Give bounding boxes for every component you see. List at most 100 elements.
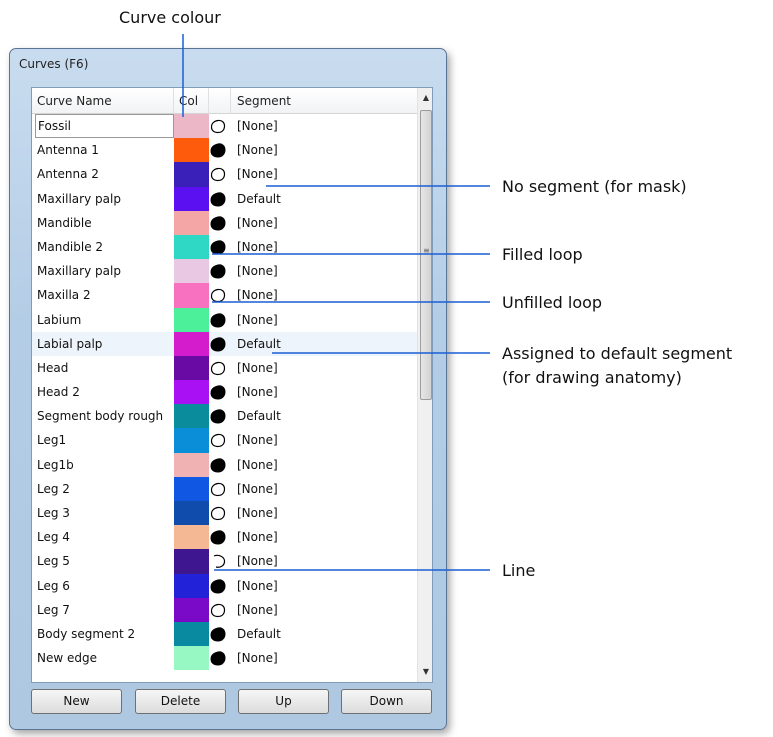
segment-cell[interactable]: [None] [237, 525, 278, 549]
unfilled-loop-icon[interactable] [210, 433, 226, 448]
unfilled-loop-icon[interactable] [210, 603, 226, 618]
segment-cell[interactable]: Default [237, 187, 281, 211]
segment-cell[interactable]: [None] [237, 477, 278, 501]
curve-colour-swatch[interactable] [174, 621, 209, 647]
curve-name-cell[interactable]: Body segment 2 [35, 622, 174, 646]
table-row[interactable]: Labium [None] [32, 307, 417, 332]
down-button[interactable]: Down [341, 689, 432, 714]
segment-cell[interactable]: [None] [237, 380, 278, 404]
table-row[interactable]: Labial palp Default [32, 331, 417, 356]
curve-name-cell[interactable]: Leg 7 [35, 598, 174, 622]
segment-cell[interactable]: Default [237, 622, 281, 646]
filled-loop-icon[interactable] [210, 578, 226, 594]
curve-colour-swatch[interactable] [174, 549, 209, 574]
table-row[interactable]: Fossil [None] [32, 114, 417, 139]
segment-cell[interactable]: [None] [237, 549, 278, 573]
curve-colour-swatch[interactable] [174, 186, 209, 211]
curve-colour-swatch[interactable] [174, 476, 209, 501]
curve-name-cell[interactable]: Segment body rough [35, 404, 174, 428]
curve-name-cell[interactable]: Leg1b [35, 453, 174, 477]
segment-cell[interactable]: [None] [237, 211, 278, 235]
filled-loop-icon[interactable] [210, 336, 226, 352]
table-row[interactable]: Leg1 [None] [32, 428, 417, 453]
curve-colour-swatch[interactable] [174, 501, 209, 526]
table-row[interactable]: Leg 3 [None] [32, 501, 417, 526]
curve-colour-swatch[interactable] [174, 331, 209, 356]
curve-name-cell[interactable]: Antenna 1 [35, 138, 174, 162]
curve-name-cell[interactable]: Maxillary palp [35, 259, 174, 283]
unfilled-loop-icon[interactable] [210, 167, 226, 182]
segment-cell[interactable]: [None] [237, 308, 278, 332]
segment-cell[interactable]: [None] [237, 646, 278, 670]
curve-name-cell[interactable]: Leg1 [35, 428, 174, 452]
unfilled-loop-icon[interactable] [210, 288, 226, 303]
curve-colour-swatch[interactable] [174, 428, 209, 453]
segment-cell[interactable]: [None] [237, 259, 278, 283]
column-header-loop[interactable] [209, 88, 231, 114]
filled-loop-icon[interactable] [210, 409, 226, 424]
unfilled-loop-icon[interactable] [210, 361, 226, 376]
table-row[interactable]: Leg 2 [None] [32, 476, 417, 501]
filled-loop-icon[interactable] [210, 651, 226, 666]
unfilled-loop-icon[interactable] [210, 482, 226, 497]
segment-cell[interactable]: [None] [237, 138, 278, 162]
table-row[interactable]: Antenna 2 [None] [32, 162, 417, 187]
curve-name-cell[interactable]: New edge [35, 646, 174, 670]
column-header-segment[interactable]: Segment [232, 88, 417, 114]
curve-name-cell[interactable]: Leg 4 [35, 525, 174, 549]
up-button[interactable]: Up [238, 689, 329, 714]
delete-button[interactable]: Delete [135, 689, 226, 714]
vertical-scrollbar[interactable]: ▲ ≡ ▼ [417, 88, 432, 682]
filled-loop-icon[interactable] [210, 240, 226, 255]
curve-colour-swatch[interactable] [174, 380, 209, 405]
filled-loop-icon[interactable] [210, 457, 226, 473]
line-icon[interactable] [210, 554, 226, 569]
segment-cell[interactable]: [None] [237, 453, 278, 477]
unfilled-loop-icon[interactable] [210, 506, 226, 521]
curve-name-cell[interactable]: Head [35, 356, 174, 380]
table-row[interactable]: Leg1b [None] [32, 452, 417, 477]
segment-cell[interactable]: [None] [237, 598, 278, 622]
curve-name-cell[interactable]: Leg 6 [35, 574, 174, 598]
curve-name-cell[interactable]: Labial palp [35, 332, 174, 356]
curve-colour-swatch[interactable] [174, 114, 209, 139]
curve-colour-swatch[interactable] [174, 307, 209, 332]
table-row[interactable]: New edge [None] [32, 646, 417, 671]
filled-loop-icon[interactable] [210, 627, 226, 642]
scroll-up-arrow-icon[interactable]: ▲ [418, 90, 432, 106]
segment-cell[interactable]: [None] [237, 162, 278, 186]
curves-list[interactable]: Curve Name Col Segment Fossil [None] Anten… [31, 87, 433, 683]
scrollbar-thumb[interactable]: ≡ [420, 110, 432, 400]
filled-loop-icon[interactable] [210, 264, 226, 279]
segment-cell[interactable]: [None] [237, 428, 278, 452]
curve-colour-swatch[interactable] [174, 259, 209, 284]
curve-colour-swatch[interactable] [174, 452, 209, 477]
table-row[interactable]: Head [None] [32, 355, 417, 381]
table-row[interactable]: Body segment 2 Default [32, 621, 417, 647]
segment-cell[interactable]: [None] [237, 235, 278, 259]
curve-colour-swatch[interactable] [174, 283, 209, 308]
filled-loop-icon[interactable] [210, 312, 226, 328]
table-row[interactable]: Maxillary palp [None] [32, 259, 417, 284]
curve-name-cell[interactable]: Leg 5 [35, 549, 174, 573]
table-row[interactable]: Maxillary palp Default [32, 186, 417, 211]
table-row[interactable]: Mandible [None] [32, 210, 417, 235]
table-row[interactable]: Head 2 [None] [32, 380, 417, 405]
filled-loop-icon[interactable] [210, 216, 226, 231]
curve-colour-swatch[interactable] [174, 210, 209, 235]
curve-name-cell[interactable]: Mandible [35, 211, 174, 235]
filled-loop-icon[interactable] [210, 143, 226, 158]
segment-cell[interactable]: [None] [237, 283, 278, 307]
table-row[interactable]: Leg 7 [None] [32, 597, 417, 622]
curve-name-cell[interactable]: Antenna 2 [35, 162, 174, 186]
curve-name-cell[interactable]: Fossil [35, 114, 174, 138]
segment-cell[interactable]: Default [237, 332, 281, 356]
table-row[interactable]: Leg 6 [None] [32, 573, 417, 598]
curve-name-cell[interactable]: Head 2 [35, 380, 174, 404]
curve-name-cell[interactable]: Leg 3 [35, 501, 174, 525]
curve-colour-swatch[interactable] [174, 234, 209, 260]
filled-loop-icon[interactable] [210, 385, 226, 400]
segment-cell[interactable]: [None] [237, 114, 278, 138]
curve-name-cell[interactable]: Maxilla 2 [35, 283, 174, 307]
segment-cell[interactable]: [None] [237, 574, 278, 598]
